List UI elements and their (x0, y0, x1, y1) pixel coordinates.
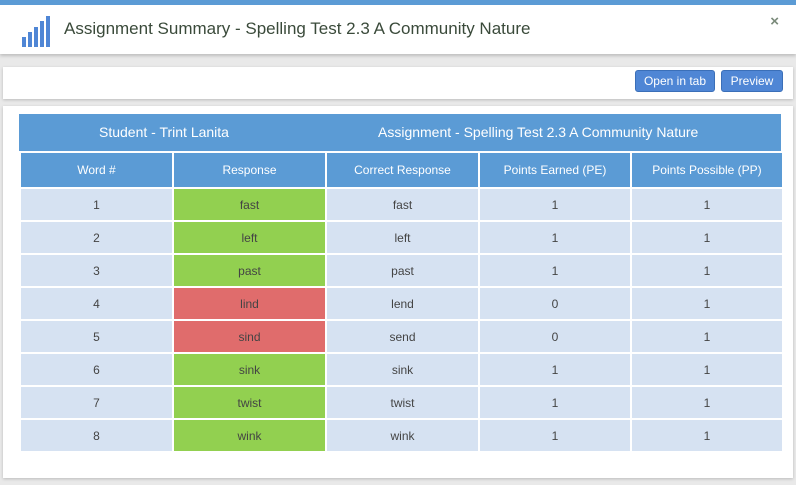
points-possible-cell: 1 (630, 385, 784, 420)
student-label: Student - Trint Lanita (99, 124, 229, 140)
response-cell: left (172, 220, 327, 255)
correct-response-cell: send (325, 319, 480, 354)
table-row: 6 sink sink 1 1 (19, 352, 784, 387)
response-cell: twist (172, 385, 327, 420)
points-earned-cell: 1 (478, 352, 632, 387)
correct-response-cell: fast (325, 187, 480, 222)
response-cell: sink (172, 352, 327, 387)
summary-header: Student - Trint Lanita Assignment - Spel… (19, 114, 781, 151)
column-header-points-earned: Points Earned (PE) (478, 151, 632, 189)
table-row: 5 sind send 0 1 (19, 319, 784, 354)
table-row: 4 lind lend 0 1 (19, 286, 784, 321)
column-header-response: Response (172, 151, 327, 189)
points-earned-cell: 0 (478, 319, 632, 354)
points-possible-cell: 1 (630, 220, 784, 255)
column-header-word-number: Word # (19, 151, 174, 189)
table-row: 8 wink wink 1 1 (19, 418, 784, 453)
correct-response-cell: lend (325, 286, 480, 321)
response-cell: past (172, 253, 327, 288)
word-number-cell: 4 (19, 286, 174, 321)
table-row: 3 past past 1 1 (19, 253, 784, 288)
word-number-cell: 1 (19, 187, 174, 222)
response-cell: sind (172, 319, 327, 354)
correct-response-cell: twist (325, 385, 480, 420)
points-possible-cell: 1 (630, 319, 784, 354)
points-possible-cell: 1 (630, 253, 784, 288)
points-earned-cell: 1 (478, 253, 632, 288)
bar-chart-icon (22, 16, 50, 47)
points-earned-cell: 1 (478, 187, 632, 222)
points-possible-cell: 1 (630, 187, 784, 222)
points-earned-cell: 0 (478, 286, 632, 321)
points-possible-cell: 1 (630, 418, 784, 453)
word-number-cell: 7 (19, 385, 174, 420)
toolbar: Open in tab Preview (3, 67, 793, 99)
table-header-row: Word # Response Correct Response Points … (19, 151, 784, 189)
correct-response-cell: wink (325, 418, 480, 453)
page-title: Assignment Summary - Spelling Test 2.3 A… (64, 19, 531, 38)
points-earned-cell: 1 (478, 385, 632, 420)
correct-response-cell: sink (325, 352, 480, 387)
assignment-label: Assignment - Spelling Test 2.3 A Communi… (378, 124, 699, 140)
points-earned-cell: 1 (478, 418, 632, 453)
word-number-cell: 3 (19, 253, 174, 288)
points-possible-cell: 1 (630, 286, 784, 321)
points-earned-cell: 1 (478, 220, 632, 255)
response-cell: wink (172, 418, 327, 453)
points-possible-cell: 1 (630, 352, 784, 387)
table-row: 2 left left 1 1 (19, 220, 784, 255)
word-number-cell: 5 (19, 319, 174, 354)
table-row: 1 fast fast 1 1 (19, 187, 784, 222)
correct-response-cell: left (325, 220, 480, 255)
response-cell: fast (172, 187, 327, 222)
open-in-tab-button[interactable]: Open in tab (635, 70, 715, 92)
column-header-points-possible: Points Possible (PP) (630, 151, 784, 189)
table-row: 7 twist twist 1 1 (19, 385, 784, 420)
response-cell: lind (172, 286, 327, 321)
column-header-correct-response: Correct Response (325, 151, 480, 189)
dialog-header: Assignment Summary - Spelling Test 2.3 A… (0, 0, 796, 54)
preview-button[interactable]: Preview (721, 70, 783, 92)
word-number-cell: 2 (19, 220, 174, 255)
word-number-cell: 6 (19, 352, 174, 387)
correct-response-cell: past (325, 253, 480, 288)
summary-card: Student - Trint Lanita Assignment - Spel… (3, 106, 793, 478)
close-icon[interactable]: × (770, 13, 779, 30)
word-number-cell: 8 (19, 418, 174, 453)
results-table: Word # Response Correct Response Points … (19, 151, 784, 453)
